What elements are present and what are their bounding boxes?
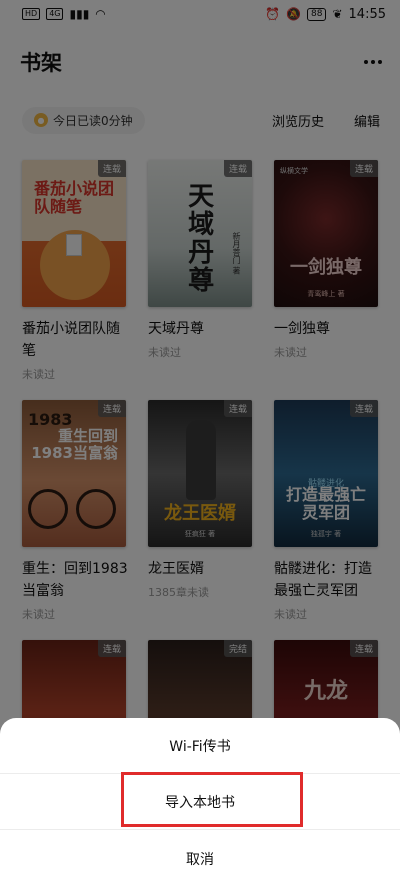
import-local-book-option[interactable]: 导入本地书 (0, 774, 400, 830)
cancel-button[interactable]: 取消 (0, 830, 400, 888)
import-bottom-sheet: Wi-Fi传书 导入本地书 取消 (0, 718, 400, 888)
wifi-transfer-option[interactable]: Wi-Fi传书 (0, 718, 400, 774)
